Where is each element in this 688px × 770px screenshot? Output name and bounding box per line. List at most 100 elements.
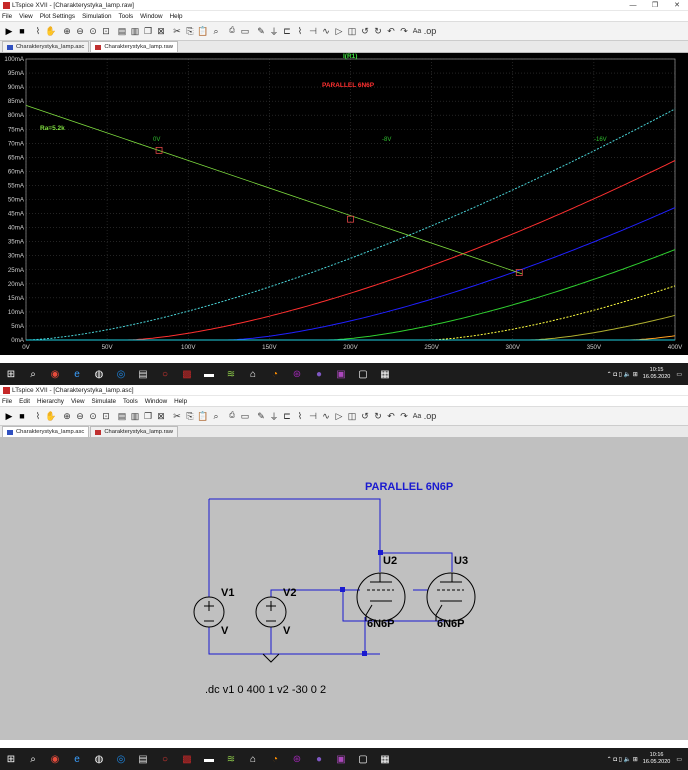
v1-label[interactable]: V1 bbox=[221, 587, 234, 599]
app-icon[interactable]: ≋ bbox=[220, 363, 242, 385]
wire[interactable] bbox=[209, 498, 381, 553]
menu-file[interactable]: File bbox=[2, 398, 12, 405]
copy-icon[interactable]: ⎘ bbox=[184, 25, 196, 38]
minimize-button[interactable]: — bbox=[622, 2, 644, 9]
app-icon[interactable]: ⊛ bbox=[286, 363, 308, 385]
tray-icons[interactable]: ⌃ ◘ ▯ 🔈 ⊞ bbox=[607, 371, 638, 378]
app-icon[interactable]: ⊛ bbox=[286, 748, 308, 770]
search-icon[interactable]: ⌕ bbox=[22, 363, 44, 385]
chrome-icon[interactable]: ◉ bbox=[44, 748, 66, 770]
waveform-plot[interactable]: 100mA 95mA 90mA 85mA 80mA 75mA 70mA 65mA 60mA 55m… bbox=[0, 53, 688, 355]
component-icon[interactable]: ◫ bbox=[346, 410, 358, 423]
diode-icon[interactable]: ▷ bbox=[333, 410, 345, 423]
tile-h-icon[interactable]: ▤ bbox=[116, 25, 128, 38]
hand-icon[interactable]: ✋ bbox=[45, 410, 57, 423]
print-preview-icon[interactable]: ▭ bbox=[239, 410, 251, 423]
resistor-icon[interactable]: ⌇ bbox=[294, 25, 306, 38]
find-icon[interactable]: ⌕ bbox=[210, 410, 222, 423]
u3-label[interactable]: U3 bbox=[454, 555, 468, 567]
wire[interactable] bbox=[270, 589, 343, 597]
paste-icon[interactable]: 📋 bbox=[197, 410, 209, 423]
app-icon[interactable]: ● bbox=[308, 748, 330, 770]
paste-icon[interactable]: 📋 bbox=[197, 25, 209, 38]
app-icon[interactable]: ▤ bbox=[132, 748, 154, 770]
v2-value[interactable]: V bbox=[283, 625, 291, 637]
close-all-icon[interactable]: ⊠ bbox=[155, 25, 167, 38]
system-tray[interactable]: ⌃ ◘ ▯ 🔈 ⊞ 10:15 16.05.2020 ▭ bbox=[607, 367, 688, 381]
windows-start-icon[interactable]: ⊞ bbox=[0, 363, 22, 385]
schematic-canvas[interactable]: V1 V V2 V U2 6N6P U3 6N6P PARALLEL 6N6P … bbox=[0, 437, 688, 740]
mirror-icon[interactable]: ↻ bbox=[372, 25, 384, 38]
v1-value[interactable]: V bbox=[221, 625, 229, 637]
folder-icon[interactable]: ▬ bbox=[198, 363, 220, 385]
mirror-icon[interactable]: ↻ bbox=[372, 410, 384, 423]
v2-source[interactable] bbox=[255, 596, 287, 628]
wire-icon[interactable]: ⌇ bbox=[32, 25, 44, 38]
label-icon[interactable]: ⊏ bbox=[281, 410, 293, 423]
menu-plot-settings[interactable]: Plot Settings bbox=[40, 13, 75, 20]
print-icon[interactable]: ⎙ bbox=[226, 25, 238, 38]
notifications-icon[interactable]: ▭ bbox=[676, 756, 682, 763]
component-icon[interactable]: ◫ bbox=[346, 25, 358, 38]
edge-icon[interactable]: e bbox=[66, 363, 88, 385]
windows-start-icon[interactable]: ⊞ bbox=[0, 748, 22, 770]
opera-icon[interactable]: ○ bbox=[154, 748, 176, 770]
run-icon[interactable]: ▶ bbox=[3, 25, 15, 38]
label-icon[interactable]: ⊏ bbox=[281, 25, 293, 38]
zoom-fit-icon[interactable]: ⊡ bbox=[100, 25, 112, 38]
draw-wire-icon[interactable]: ✎ bbox=[255, 410, 267, 423]
app-icon[interactable]: ▢ bbox=[352, 748, 374, 770]
u3-tube[interactable] bbox=[426, 572, 476, 622]
app-icon[interactable]: ⌂ bbox=[242, 363, 264, 385]
app-icon[interactable]: ● bbox=[308, 363, 330, 385]
app-icon[interactable]: ▤ bbox=[132, 363, 154, 385]
menu-view[interactable]: View bbox=[71, 398, 85, 405]
print-preview-icon[interactable]: ▭ bbox=[239, 25, 251, 38]
menu-view[interactable]: View bbox=[19, 13, 33, 20]
close-all-icon[interactable]: ⊠ bbox=[155, 410, 167, 423]
tray-icons[interactable]: ⌃ ◘ ▯ 🔈 ⊞ bbox=[607, 756, 638, 763]
app-icon[interactable]: ▢ bbox=[352, 363, 374, 385]
app-icon[interactable]: ▦ bbox=[374, 748, 396, 770]
app-icon[interactable]: ≋ bbox=[220, 748, 242, 770]
tab-schematic[interactable]: Charakterystyka_lamp.asc bbox=[2, 426, 90, 437]
notifications-icon[interactable]: ▭ bbox=[676, 371, 682, 378]
draw-wire-icon[interactable]: ✎ bbox=[255, 25, 267, 38]
copy-icon[interactable]: ⎘ bbox=[184, 410, 196, 423]
run-icon[interactable]: ▶ bbox=[3, 410, 15, 423]
app-icon[interactable]: ▣ bbox=[330, 748, 352, 770]
spice-directive[interactable]: .dc v1 0 400 1 v2 -30 0 2 bbox=[205, 684, 326, 696]
folder-icon[interactable]: ▬ bbox=[198, 748, 220, 770]
cut-icon[interactable]: ✂ bbox=[171, 410, 183, 423]
u2-tube[interactable] bbox=[356, 572, 406, 622]
ltspice-icon[interactable]: ▩ bbox=[176, 363, 198, 385]
spice-directive-icon[interactable]: .op bbox=[424, 410, 437, 423]
menu-simulation[interactable]: Simulation bbox=[82, 13, 111, 20]
edge-icon[interactable]: e bbox=[66, 748, 88, 770]
rotate-icon[interactable]: ↺ bbox=[359, 25, 371, 38]
clock[interactable]: 10:16 16.05.2020 bbox=[643, 752, 671, 766]
app-icon[interactable]: ◔ bbox=[264, 748, 286, 770]
u2-value[interactable]: 6N6P bbox=[367, 618, 395, 630]
resistor-icon[interactable]: ⌇ bbox=[294, 410, 306, 423]
steam-icon[interactable]: ◎ bbox=[110, 748, 132, 770]
u3-value[interactable]: 6N6P bbox=[437, 618, 465, 630]
menu-tools[interactable]: Tools bbox=[118, 13, 133, 20]
diode-icon[interactable]: ▷ bbox=[333, 25, 345, 38]
menu-help[interactable]: Help bbox=[174, 398, 187, 405]
cascade-icon[interactable]: ❐ bbox=[142, 25, 154, 38]
zoom-back-icon[interactable]: ⊙ bbox=[87, 410, 99, 423]
u2-label[interactable]: U2 bbox=[383, 555, 397, 567]
inductor-icon[interactable]: ∿ bbox=[320, 410, 332, 423]
menu-help[interactable]: Help bbox=[170, 13, 183, 20]
app-icon[interactable]: ◍ bbox=[88, 748, 110, 770]
zoom-in-icon[interactable]: ⊕ bbox=[61, 410, 73, 423]
schematic-title[interactable]: PARALLEL 6N6P bbox=[365, 481, 453, 493]
wire-icon[interactable]: ⌇ bbox=[32, 410, 44, 423]
maximize-button[interactable]: ❐ bbox=[644, 1, 666, 9]
tab-waveform[interactable]: Charakterystyka_lamp.raw bbox=[90, 426, 178, 437]
zoom-out-icon[interactable]: ⊖ bbox=[74, 25, 86, 38]
steam-icon[interactable]: ◎ bbox=[110, 363, 132, 385]
zoom-out-icon[interactable]: ⊖ bbox=[74, 410, 86, 423]
close-button[interactable]: ✕ bbox=[666, 1, 688, 9]
